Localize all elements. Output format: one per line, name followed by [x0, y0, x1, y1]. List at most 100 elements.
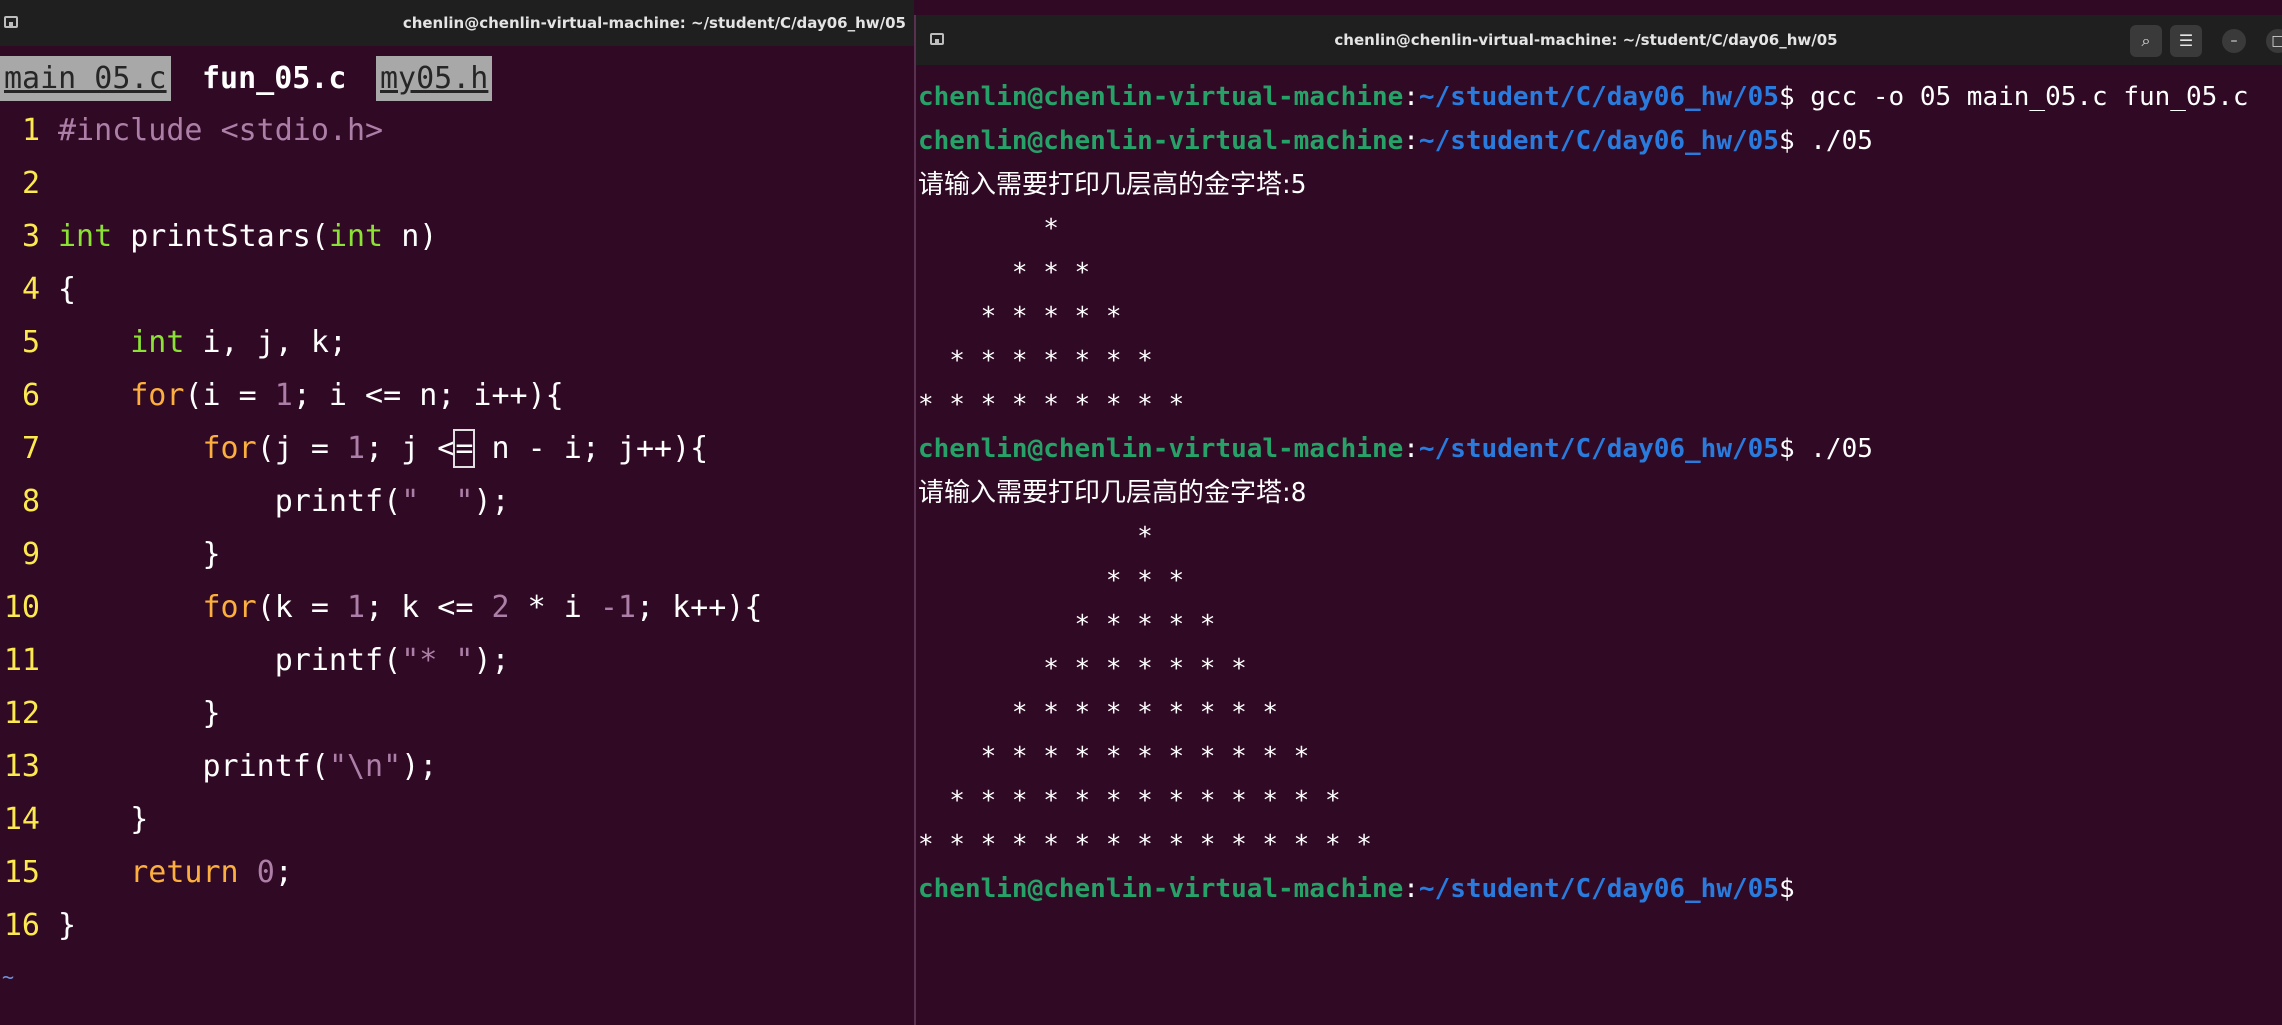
user-input: 5: [1290, 170, 1307, 200]
input-prompt: 请输入需要打印几层高的金字塔:: [918, 478, 1291, 508]
string-literal: "* ": [401, 643, 474, 678]
pyramid-row: *: [918, 522, 1169, 552]
line-number: 6: [21, 378, 40, 413]
pyramid-row: * * * * * * * * * * * * * * *: [918, 830, 1388, 860]
code-line: 6 for(i = 1; i <= n; i++){: [0, 369, 914, 422]
prompt-separator: :: [1403, 434, 1419, 464]
number-literal: 1: [347, 431, 366, 466]
terminal-titlebar: chenlin@chenlin-virtual-machine: ~/stude…: [916, 15, 2282, 65]
code-text: }: [202, 696, 221, 731]
type-keyword: int: [328, 219, 384, 254]
line-number: 12: [3, 696, 40, 731]
prompt-user: chenlin@chenlin-virtual-machine: [918, 434, 1404, 464]
input-prompt-line: 请输入需要打印几层高的金字塔:5: [918, 163, 2278, 207]
prompt-separator: :: [1403, 874, 1419, 904]
code-line: 2: [0, 157, 914, 210]
code-text: );: [473, 643, 510, 678]
param-name: n): [401, 219, 438, 254]
command-text: ./05: [1810, 126, 1873, 156]
line-number: 4: [21, 272, 40, 307]
prompt-user: chenlin@chenlin-virtual-machine: [918, 874, 1404, 904]
line-number: 2: [21, 166, 40, 201]
code-text: (i =: [184, 378, 275, 413]
code-text: ; k++){: [636, 590, 763, 625]
code-line: 12 }: [0, 687, 914, 740]
pyramid-row: * * * * * * * * * * * * *: [918, 786, 1357, 816]
line-number: 5: [21, 325, 40, 360]
prompt-user: chenlin@chenlin-virtual-machine: [918, 126, 1404, 156]
code-line: 9 }: [0, 528, 914, 581]
line-number: 1: [21, 113, 40, 148]
line-number: 14: [3, 802, 40, 837]
prompt-dollar: $: [1778, 126, 1811, 156]
pyramid-row: *: [918, 214, 1075, 244]
prompt-path: ~/student/C/day06_hw/05: [1418, 434, 1779, 464]
terminal-window: chenlin@chenlin-virtual-machine: ~/stude…: [914, 15, 2282, 1025]
number-literal: 0: [256, 855, 275, 890]
number-literal: 1: [347, 590, 366, 625]
tab-fun-05[interactable]: fun_05.c: [198, 56, 351, 101]
prompt-line: chenlin@chenlin-virtual-machine:~/studen…: [918, 867, 2278, 911]
string-literal: " ": [401, 484, 474, 519]
code-line: 7 for(j = 1; j <= n - i; j++){: [0, 422, 914, 475]
for-keyword: for: [130, 378, 185, 413]
code-line: 5 int i, j, k;: [0, 316, 914, 369]
code-line: 10 for(k = 1; k <= 2 * i -1; k++){: [0, 581, 914, 634]
preprocessor-directive: #include: [58, 113, 203, 148]
pyramid-row: * * * * * * *: [918, 654, 1263, 684]
empty-buffer-tilde: ~: [2, 965, 15, 989]
prompt-dollar: $: [1778, 434, 1811, 464]
line-number: 16: [3, 908, 40, 943]
prompt-path: ~/student/C/day06_hw/05: [1418, 126, 1779, 156]
vim-window: chenlin@chenlin-virtual-machine: ~/stude…: [0, 0, 914, 1025]
function-call: printf(: [274, 643, 402, 678]
prompt-user: chenlin@chenlin-virtual-machine: [918, 82, 1404, 112]
pyramid-row: * * * * * * * * *: [918, 390, 1200, 420]
user-input: 8: [1290, 478, 1307, 508]
pyramid-row: * * * * * * * * * * *: [918, 742, 1325, 772]
pyramid-row: * * * * *: [918, 302, 1138, 332]
command-text: ./05: [1810, 434, 1873, 464]
vim-tabline: main 05.c fun_05.c my05.h: [0, 46, 914, 101]
menu-icon[interactable]: ☰: [2170, 25, 2202, 57]
line-number: 10: [3, 590, 40, 625]
maximize-icon[interactable]: □: [2266, 29, 2282, 53]
code-text: ; j <: [365, 431, 456, 466]
input-prompt-line: 请输入需要打印几层高的金字塔:8: [918, 471, 2278, 515]
prompt-dollar: $: [1778, 874, 1811, 904]
code-editor[interactable]: 1 #include <stdio.h> 2 3 int printStars(…: [0, 104, 914, 952]
tab-main-05[interactable]: main 05.c: [0, 56, 171, 101]
line-number: 15: [3, 855, 40, 890]
terminal-output[interactable]: chenlin@chenlin-virtual-machine:~/studen…: [918, 75, 2278, 911]
code-line: 4 {: [0, 263, 914, 316]
minimize-icon[interactable]: –: [2222, 29, 2246, 53]
code-text: (j =: [256, 431, 347, 466]
string-literal: "\n": [328, 749, 402, 784]
line-number: 7: [21, 431, 40, 466]
tab-my05[interactable]: my05.h: [376, 56, 493, 101]
window-title: chenlin@chenlin-virtual-machine: ~/stude…: [1334, 31, 1838, 49]
code-text: ;: [274, 855, 293, 890]
type-keyword: int: [130, 325, 185, 360]
pyramid-row: * * * * * * * * *: [918, 698, 1294, 728]
code-text: );: [401, 749, 438, 784]
code-line: 11 printf("* ");: [0, 634, 914, 687]
search-icon[interactable]: ⌕: [2130, 25, 2162, 57]
number-literal: -1: [599, 590, 636, 625]
prompt-line: chenlin@chenlin-virtual-machine:~/studen…: [918, 119, 2278, 163]
code-line: 14 }: [0, 793, 914, 846]
number-literal: 2: [491, 590, 510, 625]
code-text: i, j, k;: [202, 325, 348, 360]
prompt-path: ~/student/C/day06_hw/05: [1418, 874, 1779, 904]
code-text: );: [473, 484, 510, 519]
window-title: chenlin@chenlin-virtual-machine: ~/stude…: [402, 14, 906, 32]
input-prompt: 请输入需要打印几层高的金字塔:: [918, 170, 1291, 200]
pyramid-row: * * * * *: [918, 610, 1232, 640]
